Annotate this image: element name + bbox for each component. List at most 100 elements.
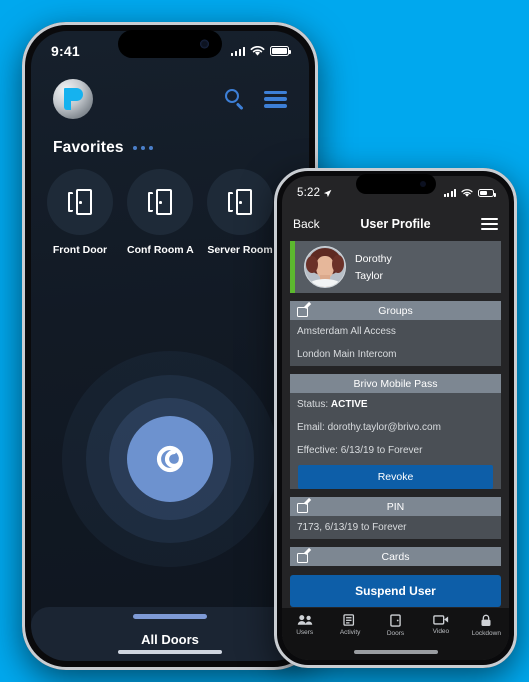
section-brivo-mobile-pass: Brivo Mobile Pass Status: ACTIVE Email: …	[290, 374, 501, 489]
profile-first-name: Dorothy	[355, 252, 392, 265]
phone2-nav-bar: Back User Profile	[282, 210, 509, 238]
location-arrow-icon	[324, 189, 332, 197]
sheet-drag-handle[interactable]	[133, 614, 207, 619]
video-camera-icon	[433, 615, 449, 625]
battery-icon	[270, 46, 291, 56]
revoke-button[interactable]: Revoke	[298, 465, 493, 489]
section-pin: PIN 7173, 6/13/19 to Forever	[290, 497, 501, 539]
effective-label: Effective:	[297, 445, 338, 456]
dynamic-island	[355, 174, 436, 194]
profile-card[interactable]: Dorothy Taylor	[290, 241, 501, 293]
wifi-icon	[461, 188, 473, 197]
favorite-label: Front Door	[52, 244, 108, 256]
list-item: Amsterdam All Access	[297, 326, 396, 337]
phone2-screen: 5:22 Back User Profile Dorothy Taylor Gr…	[282, 176, 509, 660]
hamburger-menu-icon[interactable]	[264, 90, 287, 108]
section-cards: Cards	[290, 547, 501, 566]
status-indicators	[443, 188, 496, 198]
status-label: Status:	[297, 399, 329, 410]
dynamic-island	[118, 30, 222, 58]
door-icon	[228, 189, 252, 215]
status-row: Status: ACTIVE	[290, 393, 501, 416]
section-header: Groups	[290, 301, 501, 320]
search-icon[interactable]	[225, 88, 246, 110]
unlock-pulse-graphic[interactable]	[31, 349, 309, 569]
edit-icon[interactable]	[297, 497, 311, 513]
status-time: 9:41	[51, 43, 80, 59]
hamburger-menu-icon[interactable]	[481, 218, 498, 230]
user-profile-body: Dorothy Taylor Groups Amsterdam All Acce…	[282, 238, 509, 614]
section-groups: Groups Amsterdam All Access London Main …	[290, 301, 501, 366]
tab-lockdown[interactable]: Lockdown	[464, 614, 509, 637]
unlock-swirl-icon	[147, 436, 193, 482]
section-body: Amsterdam All Access London Main Interco…	[290, 320, 501, 366]
favorite-tile-server-room[interactable]: Server Room	[207, 169, 273, 256]
edit-icon[interactable]	[297, 301, 311, 317]
home-indicator	[353, 650, 438, 654]
profile-last-name: Taylor	[355, 269, 384, 282]
users-icon	[297, 615, 312, 625]
edit-icon[interactable]	[297, 547, 311, 563]
status-indicators	[230, 45, 291, 57]
profile-name: Dorothy Taylor	[355, 253, 392, 282]
phone-device-secondary: 5:22 Back User Profile Dorothy Taylor Gr…	[274, 168, 517, 668]
battery-icon	[478, 188, 496, 198]
activity-icon	[343, 614, 355, 626]
tab-video[interactable]: Video	[418, 614, 463, 635]
tab-doors[interactable]: Doors	[373, 614, 418, 637]
favorite-tile-front-door[interactable]: Front Door	[47, 169, 113, 256]
lock-icon	[481, 614, 491, 627]
door-icon	[68, 189, 92, 215]
favorites-header: Favorites	[53, 139, 154, 157]
section-header: Cards	[290, 547, 501, 566]
cellular-bars-icon	[443, 189, 456, 197]
tab-label: Doors	[386, 630, 405, 637]
favorite-tile-circle	[127, 169, 193, 235]
tab-label: Video	[432, 628, 450, 635]
effective-value: 6/13/19 to Forever	[340, 445, 423, 456]
favorites-row: Front Door Conf Room A Server Room	[31, 169, 309, 256]
tab-activity[interactable]: Activity	[327, 614, 372, 636]
favorites-title: Favorites	[53, 139, 124, 156]
favorite-label: Server Room	[207, 244, 273, 256]
list-item: 7173, 6/13/19 to Forever	[297, 522, 407, 533]
cellular-bars-icon	[230, 46, 245, 56]
avatar	[304, 246, 346, 288]
section-body: Status: ACTIVE Email: dorothy.taylor@bri…	[290, 393, 501, 489]
email-row: Email: dorothy.taylor@brivo.com	[290, 416, 501, 439]
suspend-user-button[interactable]: Suspend User	[290, 575, 501, 607]
section-title: PIN	[386, 500, 405, 513]
tab-users[interactable]: Users	[282, 614, 327, 636]
tab-label: Activity	[339, 629, 361, 636]
wifi-icon	[250, 45, 265, 56]
header-actions	[225, 88, 287, 110]
phone1-app-header	[31, 73, 309, 125]
status-time: 5:22	[297, 187, 321, 199]
section-title: Groups	[378, 304, 413, 317]
section-header: PIN	[290, 497, 501, 516]
section-title: Cards	[381, 550, 410, 563]
all-doors-label: All Doors	[141, 631, 199, 647]
section-body: 7173, 6/13/19 to Forever	[290, 516, 501, 539]
home-indicator	[118, 650, 222, 654]
more-options-icon[interactable]	[132, 145, 154, 151]
section-title: Brivo Mobile Pass	[353, 377, 438, 390]
favorite-tile-conf-room-a[interactable]: Conf Room A	[127, 169, 194, 256]
tab-label: Lockdown	[471, 630, 501, 637]
screenshot-stage: 9:41 Favorites Front Door Conf Room A Se…	[0, 0, 529, 682]
email-value: dorothy.taylor@brivo.com	[327, 422, 441, 433]
email-label: Email:	[297, 422, 325, 433]
phone1-screen: 9:41 Favorites Front Door Conf Room A Se…	[31, 31, 309, 661]
tab-label: Users	[296, 629, 314, 636]
favorite-tile-circle	[207, 169, 273, 235]
status-badge: ACTIVE	[330, 399, 368, 410]
brivo-logo-icon	[53, 79, 93, 119]
effective-row: Effective: 6/13/19 to Forever	[290, 439, 501, 462]
back-button[interactable]: Back	[293, 217, 320, 231]
door-icon	[148, 189, 172, 215]
door-icon	[390, 614, 401, 627]
favorite-tile-circle	[47, 169, 113, 235]
list-item: London Main Intercom	[297, 349, 397, 360]
favorite-label: Conf Room A	[127, 244, 194, 256]
section-header: Brivo Mobile Pass	[290, 374, 501, 393]
